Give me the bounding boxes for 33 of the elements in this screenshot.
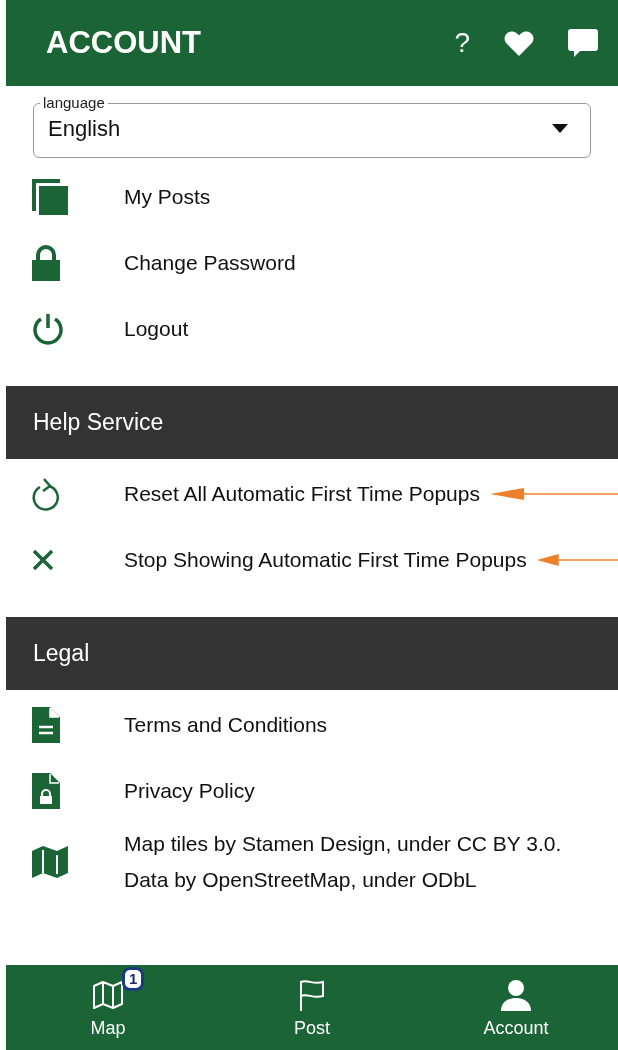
page-title: ACCOUNT bbox=[46, 23, 201, 62]
selected-language: English bbox=[48, 115, 121, 143]
nav-tab[interactable]: 1 Map bbox=[6, 965, 210, 1050]
heart-icon[interactable] bbox=[504, 30, 534, 56]
nav-tab[interactable]: Post bbox=[210, 965, 414, 1050]
map-icon bbox=[32, 845, 68, 879]
dropdown-caret-icon bbox=[552, 124, 568, 133]
close-icon bbox=[32, 549, 54, 571]
language-select[interactable]: language English bbox=[33, 94, 591, 158]
refresh-icon bbox=[32, 477, 60, 511]
menu-item[interactable]: Privacy Policy bbox=[124, 773, 275, 809]
power-icon bbox=[32, 313, 64, 345]
section-title: Help Service bbox=[33, 408, 164, 438]
menu-item[interactable]: Reset All Automatic First Time Popups bbox=[124, 476, 500, 512]
chat-icon[interactable] bbox=[568, 29, 598, 57]
menu-item[interactable]: My Posts bbox=[124, 181, 211, 213]
attribution-text: Map tiles by Stamen Design, under CC BY 3.0. Data by OpenStreetMap, under ODbL bbox=[124, 831, 563, 893]
lock-icon bbox=[32, 245, 60, 281]
section-title: Legal bbox=[33, 639, 90, 669]
copy-icon bbox=[32, 179, 68, 215]
flag-icon bbox=[298, 979, 326, 1011]
map-icon bbox=[92, 979, 124, 1011]
person-icon bbox=[500, 979, 532, 1011]
menu-item[interactable]: Change Password bbox=[124, 247, 296, 279]
help-button[interactable]: ? bbox=[454, 29, 470, 57]
menu-item[interactable]: Terms and Conditions bbox=[124, 707, 348, 743]
field-label: language bbox=[42, 94, 106, 112]
document-icon bbox=[32, 707, 60, 743]
nav-tab[interactable]: Account bbox=[414, 965, 618, 1050]
notification-badge: 1 bbox=[122, 967, 145, 991]
locked-document-icon bbox=[32, 773, 60, 809]
menu-item[interactable]: Logout bbox=[124, 313, 189, 345]
menu-item[interactable]: Stop Showing Automatic First Time Popups bbox=[124, 542, 547, 578]
